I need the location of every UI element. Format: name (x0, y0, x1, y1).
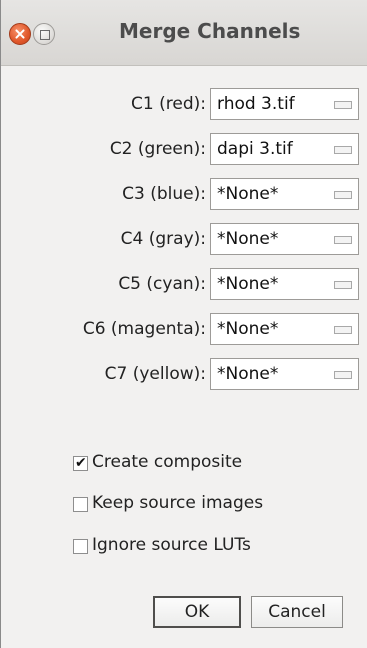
channel-select-c2[interactable]: dapi 3.tif (210, 133, 359, 165)
maximize-icon[interactable] (33, 23, 55, 45)
title-bar[interactable]: Merge Channels (1, 0, 367, 66)
channel-label-c7: C7 (yellow): (104, 364, 206, 384)
create-composite-label[interactable]: Create composite (92, 452, 242, 472)
checkmark-icon: ✔ (75, 455, 87, 471)
cancel-button[interactable]: Cancel (251, 596, 343, 628)
channel-row-c1: C1 (red): rhod 3.tif (1, 88, 367, 120)
channel-select-c3[interactable]: *None* (210, 178, 359, 210)
channel-select-c5[interactable]: *None* (210, 268, 359, 300)
channel-select-c7[interactable]: *None* (210, 358, 359, 390)
ignore-source-luts-checkbox[interactable] (73, 539, 88, 554)
ignore-source-luts-label[interactable]: Ignore source LUTs (92, 535, 251, 555)
dropdown-handle-icon (334, 101, 352, 109)
channel-value-c7: *None* (217, 364, 279, 384)
channel-label-c2: C2 (green): (109, 139, 206, 159)
channel-label-c3: C3 (blue): (122, 184, 206, 204)
keep-source-images-label[interactable]: Keep source images (92, 493, 263, 513)
dialog-content: C1 (red): rhod 3.tif C2 (green): dapi 3.… (1, 66, 367, 648)
channel-select-c6[interactable]: *None* (210, 313, 359, 345)
dropdown-handle-icon (334, 326, 352, 334)
dropdown-handle-icon (334, 191, 352, 199)
dropdown-handle-icon (334, 236, 352, 244)
dropdown-handle-icon (334, 146, 352, 154)
close-icon[interactable] (9, 23, 31, 45)
channel-value-c4: *None* (217, 229, 279, 249)
channel-select-c1[interactable]: rhod 3.tif (210, 88, 359, 120)
merge-channels-dialog: Merge Channels C1 (red): rhod 3.tif C2 (… (0, 0, 367, 648)
channel-value-c3: *None* (217, 184, 279, 204)
create-composite-checkbox[interactable]: ✔ (73, 455, 88, 471)
dropdown-handle-icon (334, 371, 352, 379)
channel-label-c5: C5 (cyan): (118, 274, 206, 294)
channel-value-c6: *None* (217, 319, 279, 339)
channel-label-c6: C6 (magenta): (82, 319, 206, 339)
channel-row-c5: C5 (cyan): *None* (1, 268, 367, 300)
channel-row-c7: C7 (yellow): *None* (1, 358, 367, 390)
ok-button[interactable]: OK (153, 596, 241, 628)
channel-label-c4: C4 (gray): (120, 229, 206, 249)
channel-value-c1: rhod 3.tif (217, 94, 295, 114)
channel-value-c5: *None* (217, 274, 279, 294)
channel-select-c4[interactable]: *None* (210, 223, 359, 255)
dropdown-handle-icon (334, 281, 352, 289)
channel-row-c3: C3 (blue): *None* (1, 178, 367, 210)
channel-row-c4: C4 (gray): *None* (1, 223, 367, 255)
window-title: Merge Channels (119, 19, 301, 43)
channel-row-c2: C2 (green): dapi 3.tif (1, 133, 367, 165)
keep-source-images-checkbox[interactable] (73, 497, 88, 512)
channel-label-c1: C1 (red): (131, 94, 206, 114)
channel-value-c2: dapi 3.tif (217, 139, 293, 159)
channel-row-c6: C6 (magenta): *None* (1, 313, 367, 345)
